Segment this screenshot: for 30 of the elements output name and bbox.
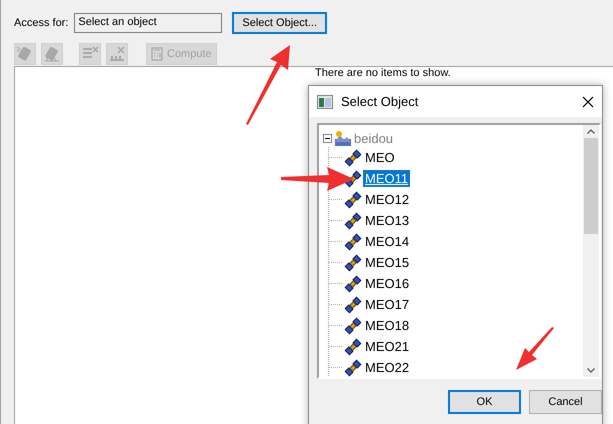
- scenario-icon: [334, 130, 352, 146]
- tree-item[interactable]: MEO17: [363, 296, 412, 313]
- empty-message: There are no items to show.: [315, 67, 451, 79]
- collapse-toggle[interactable]: [323, 134, 332, 142]
- dialog-title: Select Object: [341, 94, 420, 109]
- tree-item[interactable]: MEO21: [363, 338, 412, 355]
- tree-item[interactable]: MEO16: [363, 275, 412, 292]
- tree-item[interactable]: MEO18: [363, 317, 412, 334]
- tree-item[interactable]: MEO22: [363, 359, 412, 376]
- scrollbar[interactable]: [583, 125, 599, 377]
- tree-item[interactable]: MEO12: [363, 191, 412, 208]
- tree-item[interactable]: MEO11: [363, 170, 410, 187]
- annotation-arrow: [515, 327, 555, 371]
- chart-delete-icon: [107, 44, 127, 64]
- tree-item[interactable]: MEO14: [363, 233, 412, 250]
- object-field[interactable]: Select an object: [74, 13, 222, 33]
- ok-button[interactable]: OK: [448, 390, 521, 414]
- access-for-label: Access for:: [14, 17, 68, 29]
- scroll-thumb[interactable]: [584, 138, 598, 234]
- window-icon: [317, 94, 333, 108]
- tree-root[interactable]: beidou: [354, 130, 394, 146]
- select-object-button[interactable]: Select Object...: [232, 12, 327, 34]
- calculator-icon: [151, 47, 163, 61]
- scroll-up-icon[interactable]: [587, 129, 595, 134]
- cancel-button[interactable]: Cancel: [529, 390, 602, 414]
- tree-item[interactable]: MEO13: [363, 212, 412, 229]
- scroll-down-icon[interactable]: [587, 368, 595, 373]
- tree-item[interactable]: MEO: [363, 149, 397, 166]
- tree-item[interactable]: MEO15: [363, 254, 412, 271]
- close-icon[interactable]: [582, 96, 594, 108]
